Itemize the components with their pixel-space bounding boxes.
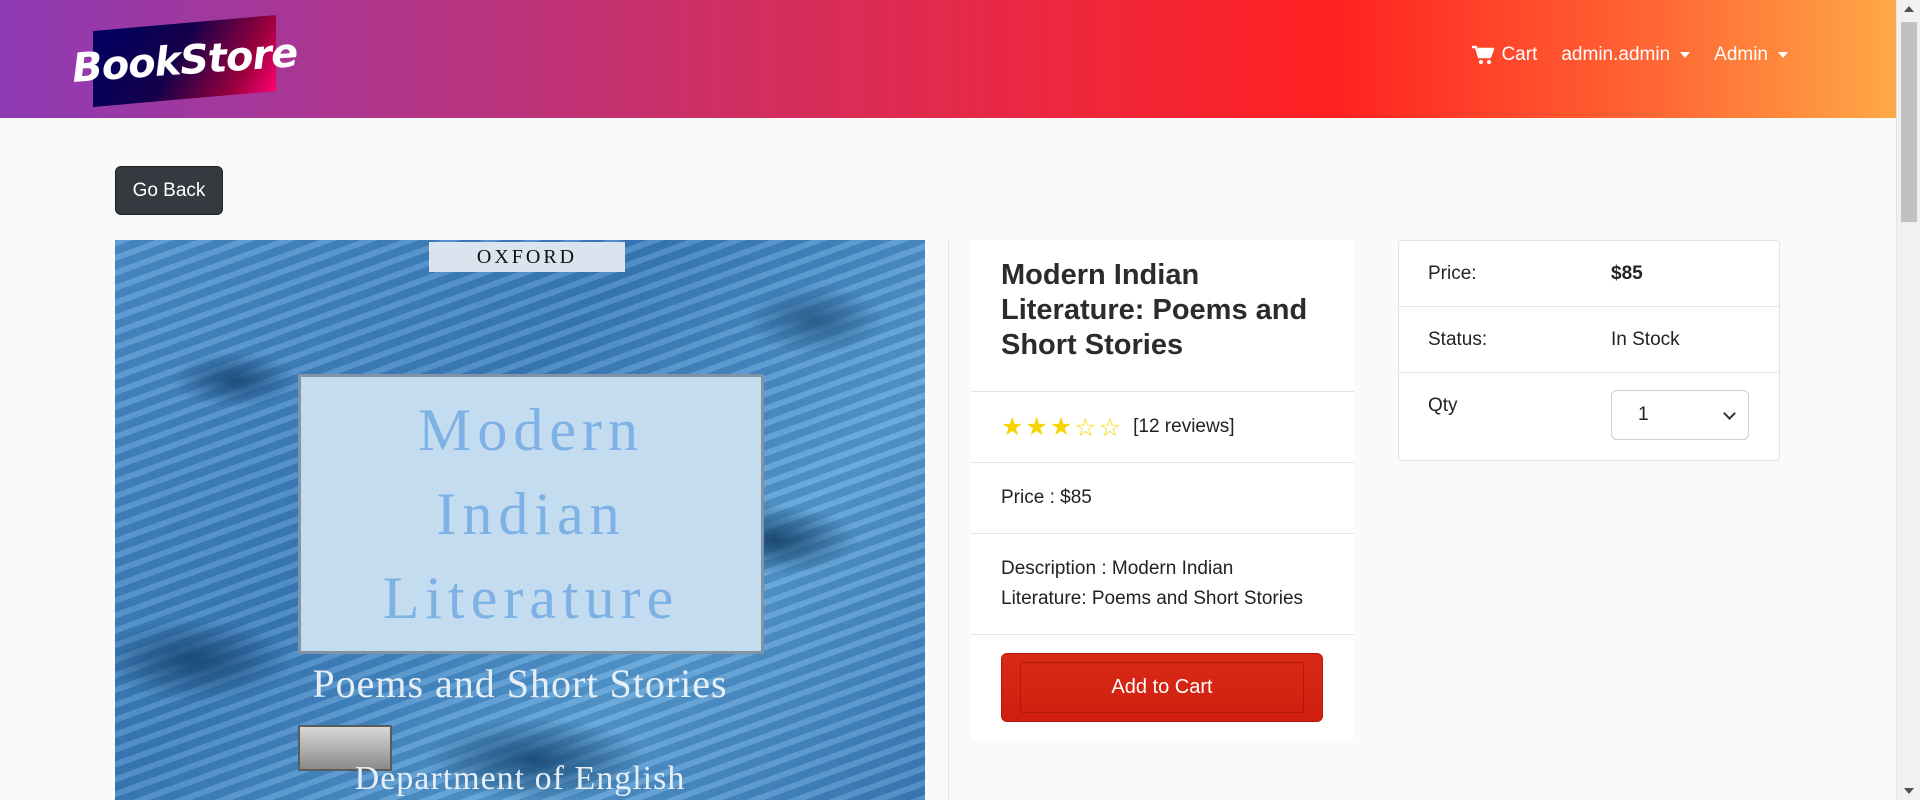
nav-admin-dropdown[interactable]: Admin	[1714, 44, 1788, 66]
chevron-down-icon	[1723, 407, 1736, 420]
nav-cart-label: Cart	[1501, 44, 1538, 65]
star-filled-icon: ★	[1001, 412, 1024, 441]
star-empty-icon: ☆	[1098, 412, 1122, 442]
scroll-up-arrow-icon[interactable]	[1904, 6, 1914, 12]
scroll-down-arrow-icon[interactable]	[1904, 788, 1914, 794]
cover-subtitle: Poems and Short Stories	[312, 661, 728, 706]
product-title-item: Modern Indian Literature: Poems and Shor…	[971, 240, 1354, 392]
summary-qty-row: Qty 1	[1399, 373, 1779, 460]
add-to-cart-wrapper: Add to Cart	[971, 635, 1354, 740]
summary-status-row: Status: In Stock	[1399, 307, 1779, 373]
rating-stars: ★ ★ ★ ☆ ☆	[1001, 412, 1122, 442]
nav-user-dropdown[interactable]: admin.admin	[1561, 44, 1691, 66]
product-title: Modern Indian Literature: Poems and Shor…	[1001, 259, 1308, 361]
brand-text: BookStore	[70, 30, 299, 92]
nav-user-label: admin.admin	[1561, 44, 1671, 65]
cover-title-line: Literature	[382, 565, 680, 631]
summary-price-value: $85	[1611, 262, 1643, 284]
scrollbar-thumb[interactable]	[1901, 22, 1917, 222]
summary-status-value: In Stock	[1611, 328, 1680, 350]
product-description: Description : Modern Indian Literature: …	[1001, 558, 1304, 609]
product-description-item: Description : Modern Indian Literature: …	[971, 534, 1354, 635]
cart-icon	[1472, 45, 1495, 64]
reviews-count: [12 reviews]	[1133, 416, 1235, 437]
qty-select[interactable]: 1	[1611, 390, 1749, 440]
cover-publisher: OXFORD	[429, 242, 625, 272]
book-cover-image: OXFORD Modern Indian Literature Poems an…	[115, 240, 925, 800]
cover-department: Department of English	[354, 760, 686, 797]
cover-title-line: Indian	[436, 481, 626, 547]
product-rating-item: ★ ★ ★ ☆ ☆ [12 reviews]	[971, 392, 1354, 463]
nav-cart-link[interactable]: Cart	[1471, 44, 1537, 66]
product-price-item: Price : $85	[971, 463, 1354, 534]
purchase-summary-card: Price: $85 Status: In Stock Qty 1	[1398, 240, 1780, 461]
star-empty-icon: ☆	[1074, 412, 1097, 442]
product-details-list: Modern Indian Literature: Poems and Shor…	[971, 240, 1354, 740]
product-price: Price : $85	[1001, 487, 1092, 508]
nav-links: Cart admin.admin Admin	[1471, 44, 1788, 66]
caret-down-icon	[1680, 52, 1691, 58]
qty-select-value: 1	[1638, 404, 1649, 425]
star-filled-icon: ★	[1049, 412, 1073, 441]
summary-price-label: Price:	[1428, 262, 1477, 284]
summary-status-label: Status:	[1428, 328, 1488, 350]
cover-title-line: Modern	[418, 397, 644, 463]
page-scrollbar[interactable]	[1896, 0, 1920, 800]
star-filled-icon: ★	[1025, 412, 1048, 441]
cover-title-panel: Modern Indian Literature	[298, 374, 764, 654]
top-navbar: BookStore Cart admin.admin Admin	[0, 0, 1896, 118]
column-divider	[948, 240, 949, 800]
add-to-cart-button[interactable]: Add to Cart	[1001, 653, 1323, 722]
nav-admin-label: Admin	[1714, 44, 1768, 65]
brand-logo[interactable]: BookStore	[71, 14, 299, 108]
summary-price-row: Price: $85	[1399, 241, 1779, 307]
summary-qty-label: Qty	[1428, 395, 1458, 416]
caret-down-icon	[1778, 52, 1788, 58]
rating: ★ ★ ★ ☆ ☆ [12 reviews]	[1001, 412, 1324, 442]
go-back-button[interactable]: Go Back	[115, 166, 223, 215]
